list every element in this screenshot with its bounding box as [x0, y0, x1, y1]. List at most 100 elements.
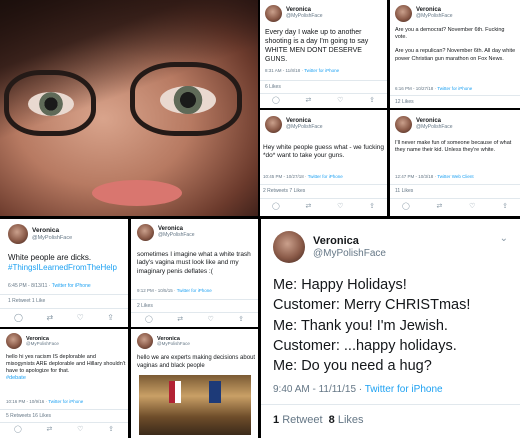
tweet-source[interactable]: Twitter for iPhone: [48, 399, 83, 404]
retweet-label: Retweet: [282, 414, 323, 426]
avatar[interactable]: [265, 5, 282, 22]
timestamp-text[interactable]: 6:16 PM - 10/27/18: [395, 86, 433, 91]
reply-icon[interactable]: ◯: [272, 96, 280, 104]
avatar[interactable]: [137, 333, 153, 349]
share-icon[interactable]: ⇪: [107, 313, 114, 322]
tweet-timestamp[interactable]: 9:12 PM - 10/5/15 · Twitter for iPhone: [137, 288, 212, 293]
avatar[interactable]: [273, 231, 305, 263]
share-icon[interactable]: ⇪: [238, 315, 244, 323]
tweet-body: White people are dicks.: [8, 253, 92, 262]
action-bar: ◯ ⇄ ♡ ⇪: [402, 202, 508, 210]
share-icon[interactable]: ⇪: [108, 425, 114, 433]
hashtag-link[interactable]: #ThingsILearnedFromTheHelp: [8, 263, 117, 272]
tweet-stats[interactable]: 6 Likes: [265, 84, 281, 90]
user-handle[interactable]: @MyPolishFace: [26, 341, 59, 347]
timestamp-text[interactable]: 9:40 AM - 11/11/15: [273, 384, 356, 395]
divider: [260, 93, 387, 94]
reply-icon[interactable]: ◯: [272, 202, 280, 210]
tweet-source[interactable]: Twitter for iPhone: [52, 283, 91, 289]
tweet-timestamp[interactable]: 6:45 PM - 8/13/11 · Twitter for iPhone: [8, 283, 91, 289]
hashtag-link[interactable]: #debate: [6, 375, 26, 381]
timestamp-text[interactable]: 8:31 AM - 11/8/18: [265, 68, 300, 73]
divider: [0, 409, 128, 410]
heart-icon[interactable]: ♡: [337, 202, 343, 210]
user-handle[interactable]: @MyPolishFace: [416, 125, 452, 131]
reply-icon[interactable]: ◯: [402, 202, 410, 210]
timestamp-text[interactable]: 10:45 PM - 10/27/18: [263, 174, 304, 179]
tweet-stats[interactable]: 11 Likes: [395, 188, 413, 194]
avatar[interactable]: [6, 333, 22, 349]
profile-photo: [0, 0, 258, 216]
tweet-source[interactable]: Twitter for iPhone: [304, 68, 339, 73]
user-handle[interactable]: @MyPolishFace: [286, 14, 322, 20]
display-name[interactable]: Veronica: [32, 227, 72, 234]
user-handle[interactable]: @MyPolishFace: [313, 248, 386, 259]
tweet-source[interactable]: Twitter for iPhone: [437, 86, 472, 91]
avatar[interactable]: [8, 224, 28, 244]
action-bar: ◯ ⇄ ♡ ⇪: [272, 202, 375, 210]
action-bar: ◯ ⇄ ♡ ⇪: [14, 425, 114, 433]
tweet-source[interactable]: Twitter Web Client: [437, 174, 473, 179]
tweet-timestamp[interactable]: 8:31 AM - 11/8/18 · Twitter for iPhone: [265, 68, 339, 73]
timestamp-text[interactable]: 10:16 PM - 10/9/16: [6, 399, 44, 404]
share-icon[interactable]: ⇪: [502, 202, 508, 210]
retweet-icon[interactable]: ⇄: [46, 313, 53, 322]
avatar[interactable]: [137, 224, 154, 241]
reply-icon[interactable]: ◯: [14, 425, 22, 433]
tweet-stats[interactable]: 2 Retweets 7 Likes: [263, 188, 305, 194]
tweet-timestamp[interactable]: 10:45 PM - 10/27/18 · Twitter for iPhone: [263, 174, 343, 179]
tweet-stats[interactable]: 5 Retweets 16 Likes: [6, 413, 51, 419]
tweet-timestamp[interactable]: 6:16 PM - 10/27/18 · Twitter for iPhone: [395, 86, 472, 91]
avatar[interactable]: [265, 116, 282, 133]
tweet-stats[interactable]: 12 Likes: [395, 99, 414, 105]
heart-icon[interactable]: ♡: [207, 315, 213, 323]
tweet-card-take-guns: Veronica @MyPolishFace Hey white people …: [260, 110, 387, 216]
reply-icon[interactable]: ◯: [145, 315, 153, 323]
heart-icon[interactable]: ♡: [77, 425, 83, 433]
timestamp-text[interactable]: 12:47 PM - 10/3/18: [395, 174, 433, 179]
retweet-icon[interactable]: ⇄: [306, 202, 312, 210]
tweet-source[interactable]: Twitter for iPhone: [177, 288, 212, 293]
tweet-text: Are you a democrat? November 6th. Fuckin…: [395, 27, 516, 62]
tweet-card-deplorable: Veronica @MyPolishFace hello hi yes raci…: [0, 329, 128, 438]
tweet-header: Veronica @MyPolishFace: [8, 224, 72, 244]
user-handle[interactable]: @MyPolishFace: [416, 14, 452, 20]
retweet-icon[interactable]: ⇄: [437, 202, 443, 210]
eye-right: [160, 86, 216, 114]
avatar[interactable]: [395, 5, 412, 22]
tweet-stats[interactable]: 2 Likes: [137, 303, 153, 309]
tweet-text: hello hi yes racism IS deplorable and mi…: [6, 354, 126, 383]
tweet-card-experts: Veronica @MyPolishFace hello we are expe…: [131, 329, 258, 438]
tweet-timestamp[interactable]: 10:16 PM - 10/9/16 · Twitter for iPhone: [6, 399, 83, 404]
retweet-icon[interactable]: ⇄: [47, 425, 53, 433]
attached-photo[interactable]: [139, 375, 251, 435]
share-icon[interactable]: ⇪: [369, 96, 375, 104]
share-icon[interactable]: ⇪: [369, 202, 375, 210]
display-name[interactable]: Veronica: [313, 235, 386, 247]
retweet-icon[interactable]: ⇄: [306, 96, 312, 104]
reply-icon[interactable]: ◯: [14, 313, 23, 322]
tweet-stats[interactable]: 1 Retweet 1 Like: [8, 298, 45, 304]
retweet-count[interactable]: 1: [273, 414, 279, 426]
user-handle[interactable]: @MyPolishFace: [158, 233, 194, 239]
user-handle[interactable]: @MyPolishFace: [157, 341, 190, 347]
tweet-timestamp[interactable]: 9:40 AM - 11/11/15 · Twitter for iPhone: [273, 384, 443, 395]
tweet-source[interactable]: Twitter for iPhone: [308, 174, 343, 179]
chevron-down-icon[interactable]: ⌄: [500, 233, 508, 244]
tweet-source[interactable]: Twitter for iPhone: [365, 384, 443, 395]
tweet-timestamp[interactable]: 12:47 PM - 10/3/18 · Twitter Web Client: [395, 174, 474, 179]
divider: [0, 308, 128, 309]
user-handle[interactable]: @MyPolishFace: [286, 125, 322, 131]
heart-icon[interactable]: ♡: [337, 96, 343, 104]
timestamp-text[interactable]: 9:12 PM - 10/5/15: [137, 288, 173, 293]
tweet-stats[interactable]: 1 Retweet 8 Likes: [273, 414, 364, 426]
tweet-header: Veronica @MyPolishFace: [395, 5, 452, 22]
heart-icon[interactable]: ♡: [77, 313, 84, 322]
like-count[interactable]: 8: [329, 414, 335, 426]
user-handle[interactable]: @MyPolishFace: [32, 235, 72, 241]
heart-icon[interactable]: ♡: [469, 202, 475, 210]
retweet-icon[interactable]: ⇄: [177, 315, 183, 323]
avatar[interactable]: [395, 116, 412, 133]
timestamp-text[interactable]: 6:45 PM - 8/13/11: [8, 283, 47, 289]
tweet-text: I'll never make fun of someone because o…: [395, 140, 512, 154]
